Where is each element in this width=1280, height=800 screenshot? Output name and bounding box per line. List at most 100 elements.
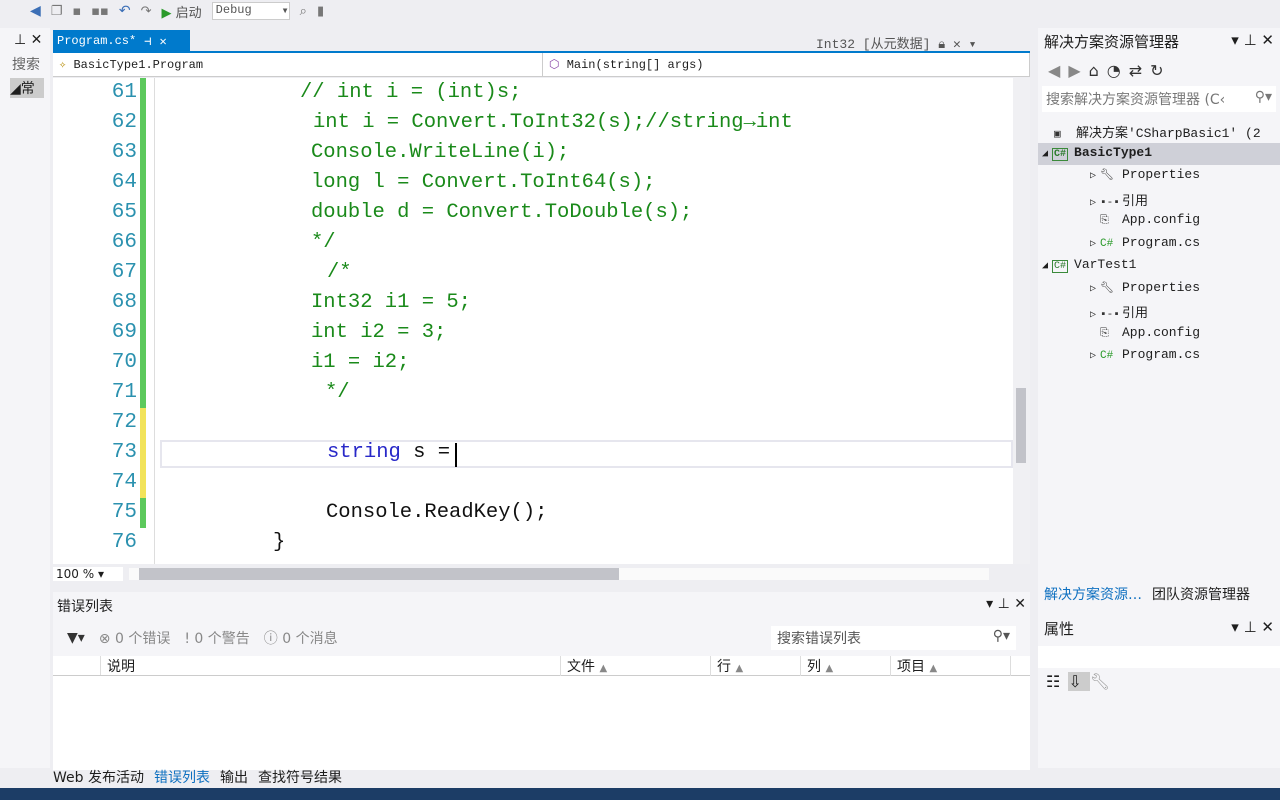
navigation-bar: ✧ BasicType1.Program ⬡ Main(string[] arg… bbox=[53, 53, 1030, 77]
warnings-filter[interactable]: ! 0 个警告 bbox=[184, 628, 249, 648]
member-dropdown[interactable]: ⬡ Main(string[] args) bbox=[543, 53, 1030, 76]
start-label: 启动 bbox=[175, 5, 202, 21]
code-line: Console.ReadKey(); bbox=[326, 501, 547, 524]
tab-program-cs[interactable]: Program.cs* ⊣ ✕ bbox=[53, 30, 190, 52]
column-header[interactable]: 项目 ▲ bbox=[891, 655, 1011, 676]
errors-filter[interactable]: ⊗ 0 个错误 bbox=[99, 628, 171, 648]
toolbox-group[interactable]: ◢常 bbox=[10, 78, 44, 98]
filter-icon[interactable]: ▼▾ bbox=[67, 630, 85, 646]
bottom-tab[interactable]: Web 发布活动 bbox=[53, 767, 144, 787]
change-indicator bbox=[140, 468, 146, 498]
solution-tree: ▣ 解决方案'CSharpBasic1' (2 ◢ C# BasicType1 ▷ 🔧︎ Pr… bbox=[1038, 112, 1280, 582]
tree-item-label: App.config bbox=[1122, 212, 1201, 227]
current-line-highlight bbox=[160, 440, 1013, 468]
expand-arrow-icon[interactable]: ▷ bbox=[1062, 309, 1100, 321]
forward-icon[interactable]: ▶ bbox=[1068, 61, 1088, 80]
code-line: */ bbox=[325, 381, 350, 404]
sync-icon[interactable]: ⇄ bbox=[1129, 61, 1150, 80]
tree-item[interactable]: ⎘ App.config bbox=[1038, 323, 1280, 345]
zoom-dropdown[interactable]: 100 % ▾ bbox=[53, 567, 123, 581]
se-tabs: 解决方案资源… 团队资源管理器 bbox=[1038, 584, 1256, 604]
column-header[interactable]: 列 ▲ bbox=[801, 655, 891, 676]
class-dropdown[interactable]: ✧ BasicType1.Program bbox=[53, 53, 543, 76]
change-indicator bbox=[140, 498, 146, 528]
line-number: 76 bbox=[111, 531, 137, 554]
config-dropdown[interactable]: Debug ▾ bbox=[211, 2, 290, 20]
expand-arrow-icon[interactable]: ◢ bbox=[1038, 148, 1052, 160]
messages-filter[interactable]: ⓘ 0 个消息 bbox=[264, 628, 338, 648]
scroll-thumb[interactable] bbox=[1016, 388, 1026, 463]
code-line: long l = Convert.ToInt64(s); bbox=[311, 171, 655, 194]
toolbox-strip: ⊥ ✕ 搜索 ◢常 bbox=[0, 28, 50, 768]
tree-item[interactable]: ▷ 🔧︎ Properties bbox=[1038, 165, 1280, 187]
column-header[interactable]: 行 ▲ bbox=[711, 655, 801, 676]
panel-controls[interactable]: ▾ ⊥ ✕ bbox=[1231, 618, 1274, 639]
tree-item[interactable]: ◢ C# VarTest1 bbox=[1038, 255, 1280, 277]
properties-title: 属性 bbox=[1044, 620, 1075, 638]
undo-icon[interactable]: ↶ bbox=[119, 3, 131, 19]
panel-controls[interactable]: ▾ ⊥ ✕ bbox=[986, 596, 1026, 616]
tab-metadata[interactable]: Int32 [从元数据] 🔒︎ ✕ ▾ bbox=[816, 33, 976, 52]
se-tab[interactable]: 团队资源管理器 bbox=[1152, 584, 1250, 604]
tree-item[interactable]: ▷ C# Program.cs bbox=[1038, 233, 1280, 255]
se-search-input[interactable]: 搜索解决方案资源管理器 (C‹ ⚲▾ bbox=[1042, 86, 1276, 112]
references-icon: ▪-▪ bbox=[1100, 196, 1120, 209]
tree-item[interactable]: ◢ C# BasicType1 bbox=[1038, 142, 1280, 165]
column-label: 说明 bbox=[107, 658, 135, 675]
scroll-thumb[interactable] bbox=[139, 568, 619, 580]
find-icon[interactable]: ⌕ bbox=[300, 4, 307, 19]
expand-arrow-icon[interactable]: ▷ bbox=[1062, 283, 1100, 295]
vertical-scrollbar[interactable] bbox=[1013, 78, 1030, 564]
line-number: 68 bbox=[111, 291, 137, 314]
save-icon[interactable]: ▪ bbox=[72, 4, 81, 19]
back-icon[interactable]: ◀ bbox=[1048, 61, 1068, 80]
bottom-tab[interactable]: 输出 bbox=[220, 767, 248, 787]
panel-controls[interactable]: ▾ ⊥ ✕ bbox=[1231, 31, 1274, 52]
tree-item-label: Program.cs bbox=[1122, 347, 1201, 362]
tree-item[interactable]: ▣ 解决方案'CSharpBasic1' (2 bbox=[1038, 120, 1280, 142]
expand-arrow-icon[interactable]: ▷ bbox=[1062, 238, 1100, 250]
properties-object-select[interactable] bbox=[1038, 646, 1280, 668]
tree-item[interactable]: ▷ C# Program.cs bbox=[1038, 345, 1280, 367]
expand-arrow-icon[interactable]: ▷ bbox=[1062, 350, 1100, 362]
search-icon: ⚲▾ bbox=[1254, 89, 1272, 105]
bookmark-icon[interactable]: ▮ bbox=[317, 4, 324, 19]
csharp-file-icon: C# bbox=[1100, 350, 1114, 362]
home-icon[interactable]: ⌂ bbox=[1089, 61, 1107, 80]
error-search-input[interactable]: 搜索错误列表 ⚲▾ bbox=[771, 626, 1016, 650]
tree-item[interactable]: ⎘ App.config bbox=[1038, 210, 1280, 232]
property-pages-icon[interactable]: 🔧︎ bbox=[1090, 672, 1118, 691]
column-header[interactable]: 文件 ▲ bbox=[561, 655, 711, 676]
categorized-icon[interactable]: ☷ bbox=[1046, 672, 1068, 691]
horizontal-scrollbar[interactable] bbox=[129, 568, 989, 580]
line-number: 74 bbox=[111, 471, 137, 494]
toolbox-search[interactable]: 搜索 bbox=[0, 48, 50, 74]
back-icon[interactable]: ◀ bbox=[30, 3, 41, 19]
tree-item[interactable]: ▷ ▪-▪ 引用 bbox=[1038, 188, 1280, 210]
code-editor[interactable]: 61 // int i = (int)s; 62 int i = Convert.To… bbox=[53, 78, 1013, 564]
warnings-count: 0 个警告 bbox=[194, 631, 250, 647]
refresh-icon[interactable]: ↻ bbox=[1150, 61, 1171, 80]
pin-icon[interactable]: ⊣ bbox=[144, 34, 151, 49]
tree-item[interactable]: ▷ 🔧︎ Properties bbox=[1038, 278, 1280, 300]
close-icon[interactable]: ✕ bbox=[159, 34, 166, 49]
start-button[interactable]: ▶ 启动 bbox=[162, 2, 202, 21]
history-icon[interactable]: ◔ bbox=[1107, 61, 1129, 80]
save-all-icon[interactable]: ▪▪ bbox=[91, 4, 109, 19]
line-number: 71 bbox=[111, 381, 137, 404]
method-icon: ⬡ bbox=[549, 58, 560, 72]
expand-arrow-icon[interactable]: ▷ bbox=[1062, 170, 1100, 182]
se-tab[interactable]: 解决方案资源… bbox=[1044, 584, 1142, 604]
column-header[interactable]: 说明 bbox=[101, 655, 561, 676]
tree-item[interactable]: ▷ ▪-▪ 引用 bbox=[1038, 300, 1280, 322]
expand-arrow-icon[interactable]: ▷ bbox=[1062, 197, 1100, 209]
bottom-tab[interactable]: 错误列表 bbox=[154, 767, 210, 787]
pin-icon[interactable]: ⊥ ✕ bbox=[0, 28, 50, 48]
expand-arrow-icon[interactable]: ◢ bbox=[1038, 260, 1052, 272]
new-project-icon[interactable]: ❐ bbox=[51, 4, 63, 19]
zoom-value: 100 % bbox=[56, 567, 95, 581]
bottom-tab[interactable]: 查找符号结果 bbox=[258, 767, 342, 787]
redo-icon[interactable]: ↷ bbox=[141, 4, 152, 19]
alphabetical-icon[interactable]: ⇩ bbox=[1068, 672, 1090, 691]
column-label: 行 bbox=[717, 658, 731, 675]
